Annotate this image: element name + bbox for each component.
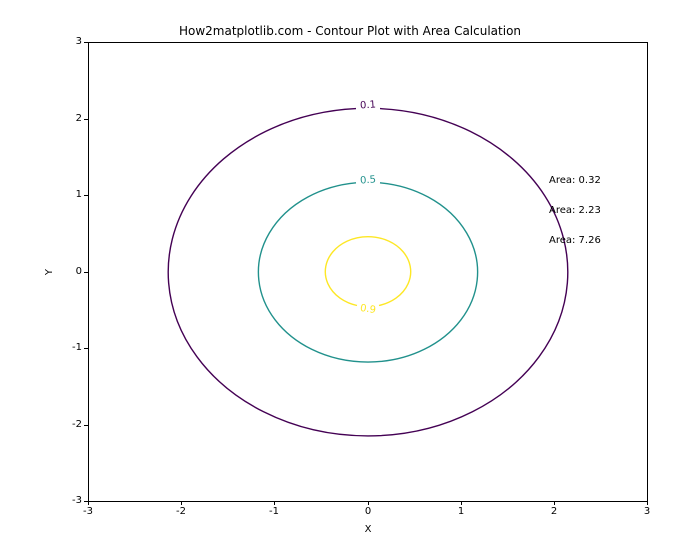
contour-svg: 0.1 0.5 0.9 — [89, 43, 647, 501]
ytick-label: -2 — [58, 419, 82, 431]
xtick-label: 2 — [539, 506, 569, 517]
xtick-label: 0 — [353, 506, 383, 517]
xtick-label: 1 — [446, 506, 476, 517]
y-axis-label: Y — [44, 42, 58, 502]
ytick-label: 1 — [58, 189, 82, 201]
figure: How2matplotlib.com - Contour Plot with A… — [0, 0, 700, 560]
contour-label-0.9: 0.9 — [359, 303, 376, 316]
xtick-label: -2 — [166, 506, 196, 517]
plot-area: 0.1 0.5 0.9 Area: 0.32 Area: 2.23 Area: … — [88, 42, 648, 502]
ytick-label: -1 — [58, 342, 82, 354]
x-axis-label: X — [88, 524, 648, 535]
ytick-label: -3 — [58, 495, 82, 507]
area-annotation: Area: 2.23 — [549, 205, 601, 216]
ytick-label: 2 — [58, 113, 82, 125]
contour-line-0.9 — [325, 237, 410, 306]
contour-label-0.5: 0.5 — [360, 174, 377, 186]
ytick-label: 3 — [58, 36, 82, 48]
ytick-label: 0 — [58, 266, 82, 278]
xtick-label: -3 — [73, 506, 103, 517]
area-annotation: Area: 7.26 — [549, 235, 601, 246]
area-annotation: Area: 0.32 — [549, 175, 601, 186]
contour-line-0.1 — [168, 109, 568, 436]
xtick-label: 3 — [632, 506, 662, 517]
contour-label-0.1: 0.1 — [360, 99, 377, 111]
chart-title: How2matplotlib.com - Contour Plot with A… — [0, 24, 700, 38]
xtick-label: -1 — [259, 506, 289, 517]
contour-line-0.5 — [258, 183, 477, 362]
